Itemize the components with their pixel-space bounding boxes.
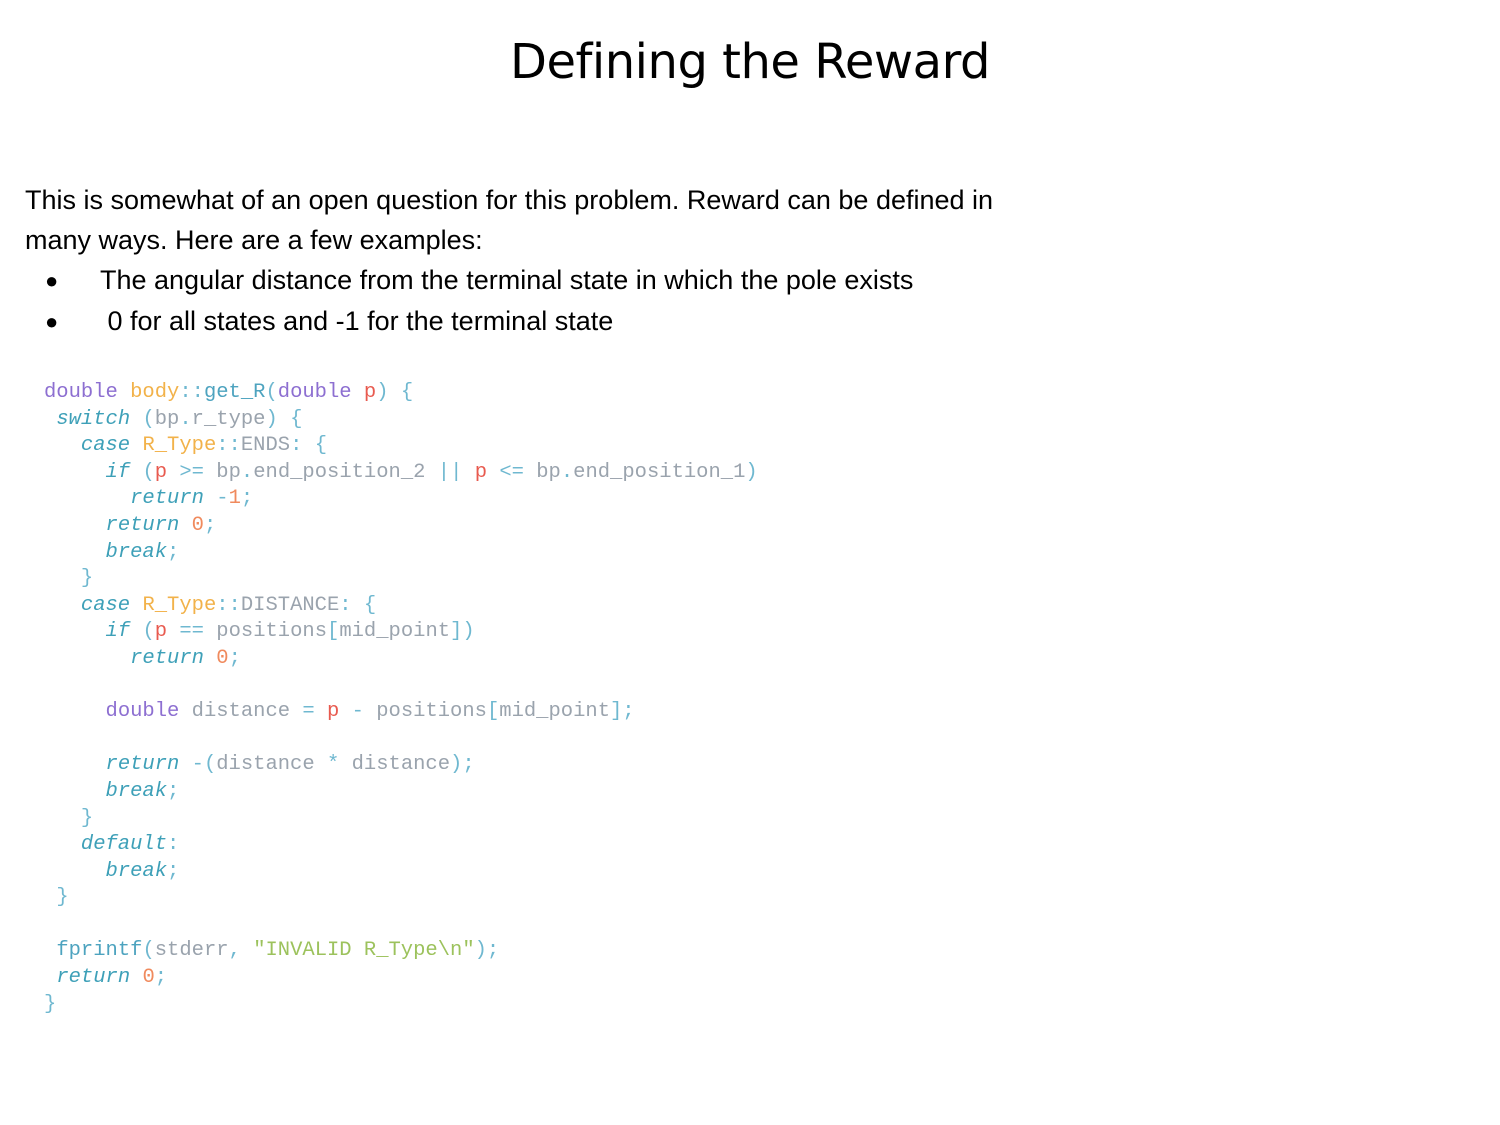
code-line: break; <box>105 779 180 803</box>
code-line: return -1; <box>130 487 254 511</box>
code-line: double distance = p - positions[mid_poin… <box>105 700 635 724</box>
bullet-icon: ● <box>45 268 59 293</box>
code-line: return 0; <box>130 646 241 670</box>
list-item-text: 0 for all states and -1 for the terminal… <box>100 306 614 336</box>
code-line: } <box>80 806 94 830</box>
list-item: ● 0 for all states and -1 for the termin… <box>45 301 913 342</box>
code-line: switch (bp.r_type) { <box>56 407 303 431</box>
intro-paragraph: This is somewhat of an open question for… <box>25 185 994 255</box>
slide-title: Defining the Reward <box>510 34 990 90</box>
code-line: } <box>80 567 94 591</box>
code-line: if (p >= bp.end_position_2 || p <= bp.en… <box>105 460 758 484</box>
bullet-icon: ● <box>45 309 59 334</box>
code-line: fprintf(stderr, "INVALID R_Type\n"); <box>56 939 500 963</box>
code-line: case R_Type::DISTANCE: { <box>80 593 377 617</box>
code-line: if (p == positions[mid_point]) <box>105 620 475 644</box>
code-line: } <box>44 992 57 1016</box>
code-line: return 0; <box>56 966 168 990</box>
code-line: } <box>56 886 69 910</box>
code-line: break; <box>105 540 180 564</box>
code-line: return -(distance * distance); <box>105 753 475 777</box>
list-item-text: The angular distance from the terminal s… <box>100 265 914 295</box>
code-block: double body::get_R(double p) { switch (b… <box>44 380 758 1018</box>
code-line: break; <box>105 859 180 883</box>
code-line: default: <box>80 833 180 857</box>
code-line: return 0; <box>105 513 217 537</box>
code-line: case R_Type::ENDS: { <box>80 434 328 458</box>
list-item: ● The angular distance from the terminal… <box>45 260 913 301</box>
examples-list: ● The angular distance from the terminal… <box>45 260 913 342</box>
code-line: double body::get_R(double p) { <box>44 381 414 404</box>
